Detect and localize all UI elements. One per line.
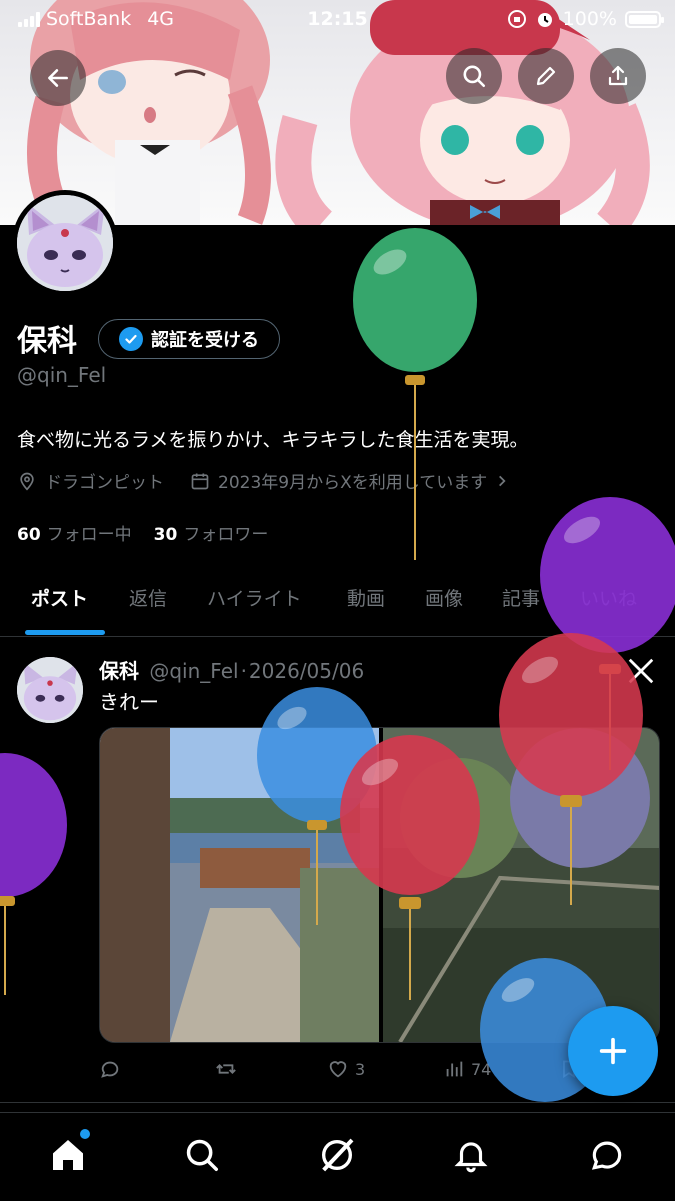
tab-highlights[interactable]: ハイライト bbox=[207, 584, 302, 611]
grok-icon bbox=[322, 1138, 354, 1172]
back-arrow-icon bbox=[48, 69, 68, 87]
followers-link[interactable]: 30 フォロワー bbox=[154, 520, 269, 545]
tweet-header: 保科 @qin_Fel · 2026/05/06 bbox=[99, 655, 364, 684]
bottom-navigation bbox=[0, 1112, 675, 1201]
get-verified-button[interactable]: 認証を受ける bbox=[98, 319, 280, 359]
tweet-author-handle[interactable]: @qin_Fel bbox=[149, 659, 238, 683]
tweet-media[interactable] bbox=[99, 727, 660, 1043]
repost-icon bbox=[216, 1064, 236, 1074]
back-button[interactable] bbox=[30, 50, 86, 106]
tweet-avatar[interactable] bbox=[17, 657, 83, 723]
search-icon bbox=[463, 65, 486, 88]
tweet-separator: · bbox=[240, 659, 247, 683]
edit-button[interactable] bbox=[518, 48, 574, 104]
balloon-green bbox=[353, 228, 477, 560]
share-icon bbox=[608, 65, 628, 86]
search-icon bbox=[186, 1139, 218, 1171]
header-search-button[interactable] bbox=[446, 48, 502, 104]
nav-home[interactable] bbox=[46, 1129, 90, 1177]
active-tab-indicator bbox=[25, 630, 105, 635]
tab-posts[interactable]: ポスト bbox=[31, 584, 88, 611]
tab-replies[interactable]: 返信 bbox=[129, 584, 167, 611]
battery-percent: 100% bbox=[562, 8, 617, 30]
nav-messages[interactable] bbox=[585, 1133, 629, 1177]
photo-trees[interactable] bbox=[383, 728, 659, 1042]
alarm-icon bbox=[537, 13, 552, 27]
home-icon bbox=[53, 1140, 83, 1170]
photo-stairs[interactable] bbox=[100, 728, 379, 1042]
tweet-date[interactable]: 2026/05/06 bbox=[249, 659, 364, 683]
followers-label: フォロワー bbox=[183, 525, 269, 545]
nav-grok[interactable] bbox=[315, 1133, 359, 1177]
plus-icon bbox=[599, 1037, 627, 1065]
chevron-right-icon[interactable] bbox=[495, 474, 509, 488]
verified-badge-icon bbox=[119, 327, 143, 351]
views-count: 74 bbox=[471, 1059, 492, 1079]
tab-articles[interactable]: 記事 bbox=[502, 584, 540, 611]
tweet-author-name[interactable]: 保科 bbox=[99, 659, 139, 683]
views-button[interactable]: 74 bbox=[443, 1058, 491, 1080]
following-count: 60 bbox=[17, 525, 41, 545]
like-icon bbox=[329, 1061, 347, 1078]
following-label: フォロー中 bbox=[46, 525, 132, 545]
espeon-avatar-image bbox=[17, 657, 83, 723]
tab-images[interactable]: 画像 bbox=[425, 584, 463, 611]
nav-notifications[interactable] bbox=[449, 1133, 493, 1177]
messages-icon bbox=[591, 1141, 622, 1170]
battery-icon bbox=[625, 10, 664, 28]
tweet-divider bbox=[0, 1102, 675, 1103]
status-right: 100% bbox=[507, 8, 664, 30]
calendar-icon bbox=[191, 473, 209, 489]
tweet-text: きれー bbox=[99, 690, 159, 714]
nav-search[interactable] bbox=[180, 1133, 224, 1177]
status-bar: SoftBank 4G 12:15 100% bbox=[0, 0, 675, 40]
repost-button[interactable] bbox=[214, 1058, 238, 1080]
get-verified-label: 認証を受ける bbox=[151, 330, 259, 351]
views-icon bbox=[446, 1061, 463, 1077]
profile-tabs: ポスト 返信 ハイライト 動画 画像 記事 いいね bbox=[0, 570, 675, 637]
tab-likes[interactable]: いいね bbox=[580, 584, 637, 611]
x-logo-icon bbox=[628, 658, 654, 684]
followers-count: 30 bbox=[153, 525, 178, 545]
rotation-lock-icon bbox=[507, 10, 526, 28]
following-link[interactable]: 60 フォロー中 bbox=[17, 520, 132, 545]
reply-button[interactable] bbox=[99, 1058, 121, 1080]
profile-name: 保科 bbox=[17, 324, 77, 359]
profile-avatar[interactable] bbox=[12, 190, 118, 296]
profile-handle: @qin_Fel bbox=[17, 363, 107, 387]
profile-joined: 2023年9月からXを利用しています bbox=[218, 473, 488, 493]
location-pin-icon bbox=[20, 472, 34, 491]
balloon-purple-left bbox=[0, 753, 67, 995]
reply-icon bbox=[101, 1061, 119, 1078]
like-button[interactable]: 3 bbox=[327, 1058, 365, 1080]
profile-location: ドラゴンピット bbox=[45, 473, 164, 493]
like-count: 3 bbox=[355, 1059, 366, 1079]
tab-videos[interactable]: 動画 bbox=[347, 584, 385, 611]
espeon-avatar-image bbox=[17, 195, 113, 291]
profile-meta: ドラゴンピット 2023年9月からXを利用しています bbox=[17, 468, 509, 493]
home-notification-dot bbox=[80, 1129, 90, 1139]
bell-icon bbox=[454, 1142, 488, 1173]
follow-stats: 60 フォロー中 30 フォロワー bbox=[17, 520, 268, 545]
compose-post-button[interactable] bbox=[568, 1006, 658, 1096]
edit-pencil-icon bbox=[536, 66, 556, 86]
share-button[interactable] bbox=[590, 48, 646, 104]
profile-bio: 食べ物に光るラメを振りかけ、キラキラした食生活を実現。 bbox=[17, 429, 529, 451]
